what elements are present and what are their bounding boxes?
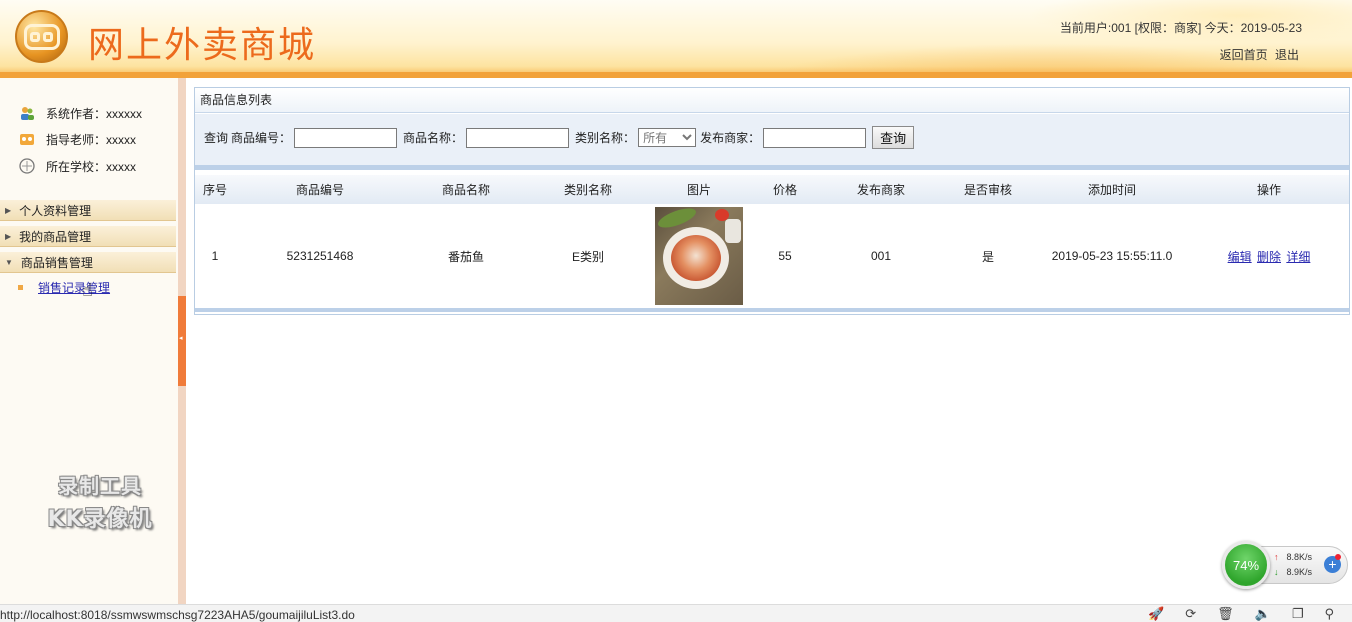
product-name-input[interactable] bbox=[466, 127, 570, 148]
product-image bbox=[655, 207, 743, 305]
menu-sales-label: 商品销售管理 bbox=[20, 255, 93, 270]
table-header-row: 序号 商品编号 商品名称 类别名称 图片 价格 发布商家 是否审核 添加时间 操… bbox=[195, 175, 1349, 204]
logo-icon bbox=[15, 10, 68, 63]
download-speed: 8.9K/s bbox=[1286, 567, 1313, 577]
panel-title: 商品信息列表 bbox=[195, 88, 1349, 113]
status-icons: 🚀 ⟳ 🗑 🔈 ❐ ⚲ bbox=[1148, 606, 1334, 622]
author-row: 系统作者：xxxxxx bbox=[18, 104, 142, 122]
header: 网上外卖商城 当前用户:001 [权限：商家] 今天：2019-05-23 返回… bbox=[0, 0, 1352, 78]
cell-price: 55 bbox=[778, 249, 792, 263]
rocket-icon[interactable]: 🚀 bbox=[1148, 606, 1164, 622]
col-seller: 发布商家 bbox=[856, 183, 905, 197]
seller-label: 发布商家： bbox=[700, 131, 761, 145]
sidebar-divider bbox=[178, 78, 186, 604]
notification-dot-icon bbox=[1335, 554, 1341, 560]
col-actions: 操作 bbox=[1256, 183, 1281, 197]
caret-down-icon: ▼ bbox=[5, 257, 13, 267]
col-category: 类别名称 bbox=[563, 183, 612, 197]
edit-link[interactable]: 编辑 bbox=[1228, 250, 1252, 264]
submenu-sales-records: 销售记录管理 bbox=[18, 279, 110, 296]
col-index: 序号 bbox=[202, 183, 227, 197]
menu-profile[interactable]: ▶ 个人资料管理 bbox=[0, 200, 176, 221]
header-decoration bbox=[592, 0, 1352, 78]
home-link[interactable]: 返回首页 bbox=[1220, 48, 1268, 62]
caret-right-icon: ▶ bbox=[5, 205, 12, 215]
logout-link[interactable]: 退出 bbox=[1275, 48, 1299, 62]
search-icon[interactable]: ⚲ bbox=[1324, 606, 1334, 622]
status-bar: http://localhost:8018/ssmwswmschsg7223AH… bbox=[0, 604, 1352, 622]
download-arrow-icon: ↓ bbox=[1274, 567, 1279, 577]
watermark: 录制工具 KK录像机 bbox=[30, 470, 170, 533]
search-form: 查询 商品编号： 商品名称： 类别名称： 所有 发布商家： 查询 bbox=[204, 126, 915, 149]
col-added-time: 添加时间 bbox=[1087, 183, 1136, 197]
cell-image bbox=[649, 204, 749, 308]
bullet-icon bbox=[18, 285, 23, 290]
table-row: 1 5231251468 番茄鱼 E类别 55 001 是 2019-05-23… bbox=[195, 204, 1349, 308]
cell-added-time: 2019-05-23 15:55:11.0 bbox=[1051, 249, 1173, 263]
col-product-no: 商品编号 bbox=[295, 183, 344, 197]
network-speed-widget[interactable]: 74% ↑ 8.8K/s ↓ 8.9K/s + bbox=[1222, 541, 1348, 589]
delete-link[interactable]: 删除 bbox=[1257, 250, 1281, 264]
menu-profile-label: 个人资料管理 bbox=[19, 203, 92, 218]
product-name-label: 商品名称： bbox=[403, 131, 464, 145]
watermark-line1: 录制工具 bbox=[58, 474, 142, 498]
seller-input[interactable] bbox=[763, 127, 867, 148]
cell-category: E类别 bbox=[571, 249, 604, 264]
category-select[interactable]: 所有 bbox=[638, 128, 697, 147]
upload-arrow-icon: ↑ bbox=[1274, 552, 1279, 562]
window-icon[interactable]: ❐ bbox=[1292, 606, 1304, 622]
col-product-name: 商品名称 bbox=[441, 183, 490, 197]
status-url: http://localhost:8018/ssmwswmschsg7223AH… bbox=[0, 608, 355, 622]
memory-usage-circle: 74% bbox=[1222, 541, 1270, 589]
speed-readout: ↑ 8.8K/s ↓ 8.9K/s bbox=[1274, 550, 1312, 580]
product-list-panel: 商品信息列表 查询 商品编号： 商品名称： 类别名称： 所有 发布商家： 查询 bbox=[194, 87, 1350, 315]
sidebar: 系统作者：xxxxxx 指导老师：xxxxx 所在学校：xxxxx ▶ 个人资料… bbox=[0, 78, 178, 604]
table-bottom-bar bbox=[195, 308, 1349, 312]
user-info: 当前用户:001 [权限：商家] 今天：2019-05-23 bbox=[1059, 21, 1302, 35]
upload-speed: 8.8K/s bbox=[1286, 552, 1313, 562]
cell-product-name: 番茄鱼 bbox=[447, 249, 484, 264]
cell-index: 1 bbox=[211, 249, 219, 263]
detail-link[interactable]: 详细 bbox=[1286, 250, 1310, 264]
cell-seller: 001 bbox=[870, 249, 892, 263]
cell-actions: 编辑 删除 详细 bbox=[1189, 204, 1349, 308]
sales-records-link[interactable]: 销售记录管理 bbox=[38, 279, 110, 296]
menu-my-products[interactable]: ▶ 我的商品管理 bbox=[0, 226, 176, 247]
product-no-label: 商品编号： bbox=[231, 131, 292, 145]
cell-approved: 是 bbox=[981, 249, 994, 264]
col-price: 价格 bbox=[772, 183, 797, 197]
cell-product-no: 5231251468 bbox=[286, 249, 354, 263]
author-text: 系统作者：xxxxxx bbox=[46, 106, 143, 121]
col-image: 图片 bbox=[686, 183, 711, 197]
teacher-row: 指导老师：xxxxx bbox=[18, 130, 136, 148]
site-title: 网上外卖商城 bbox=[88, 25, 317, 66]
menu-my-products-label: 我的商品管理 bbox=[19, 229, 92, 244]
menu-sales[interactable]: ▼ 商品销售管理 bbox=[0, 252, 176, 273]
teacher-text: 指导老师：xxxxx bbox=[46, 132, 137, 147]
refresh-icon[interactable]: ⟳ bbox=[1185, 606, 1196, 622]
product-no-input[interactable] bbox=[294, 127, 398, 148]
collapse-sidebar-handle[interactable] bbox=[178, 296, 186, 386]
product-table: 序号 商品编号 商品名称 类别名称 图片 价格 发布商家 是否审核 添加时间 操… bbox=[195, 175, 1349, 308]
school-text: 所在学校：xxxxx bbox=[46, 159, 137, 174]
col-approved: 是否审核 bbox=[963, 183, 1012, 197]
product-table-wrap: 序号 商品编号 商品名称 类别名称 图片 价格 发布商家 是否审核 添加时间 操… bbox=[195, 175, 1349, 308]
search-bar: 查询 商品编号： 商品名称： 类别名称： 所有 发布商家： 查询 bbox=[195, 114, 1349, 170]
teacher-icon bbox=[18, 131, 36, 147]
category-label: 类别名称： bbox=[575, 131, 636, 145]
search-button[interactable]: 查询 bbox=[872, 126, 915, 149]
school-icon bbox=[18, 158, 36, 174]
speaker-icon[interactable]: 🔈 bbox=[1255, 606, 1271, 622]
users-icon bbox=[18, 105, 36, 121]
trash-icon[interactable]: 🗑 bbox=[1217, 606, 1234, 622]
top-links: 返回首页 退出 bbox=[1216, 46, 1299, 63]
hand-cursor-icon: ☝ bbox=[82, 280, 93, 300]
query-label: 查询 bbox=[204, 131, 229, 145]
caret-right-icon: ▶ bbox=[5, 231, 12, 241]
main-content: 商品信息列表 查询 商品编号： 商品名称： 类别名称： 所有 发布商家： 查询 bbox=[186, 78, 1352, 604]
watermark-line2: KK录像机 bbox=[47, 507, 153, 532]
school-row: 所在学校：xxxxx bbox=[18, 157, 136, 175]
